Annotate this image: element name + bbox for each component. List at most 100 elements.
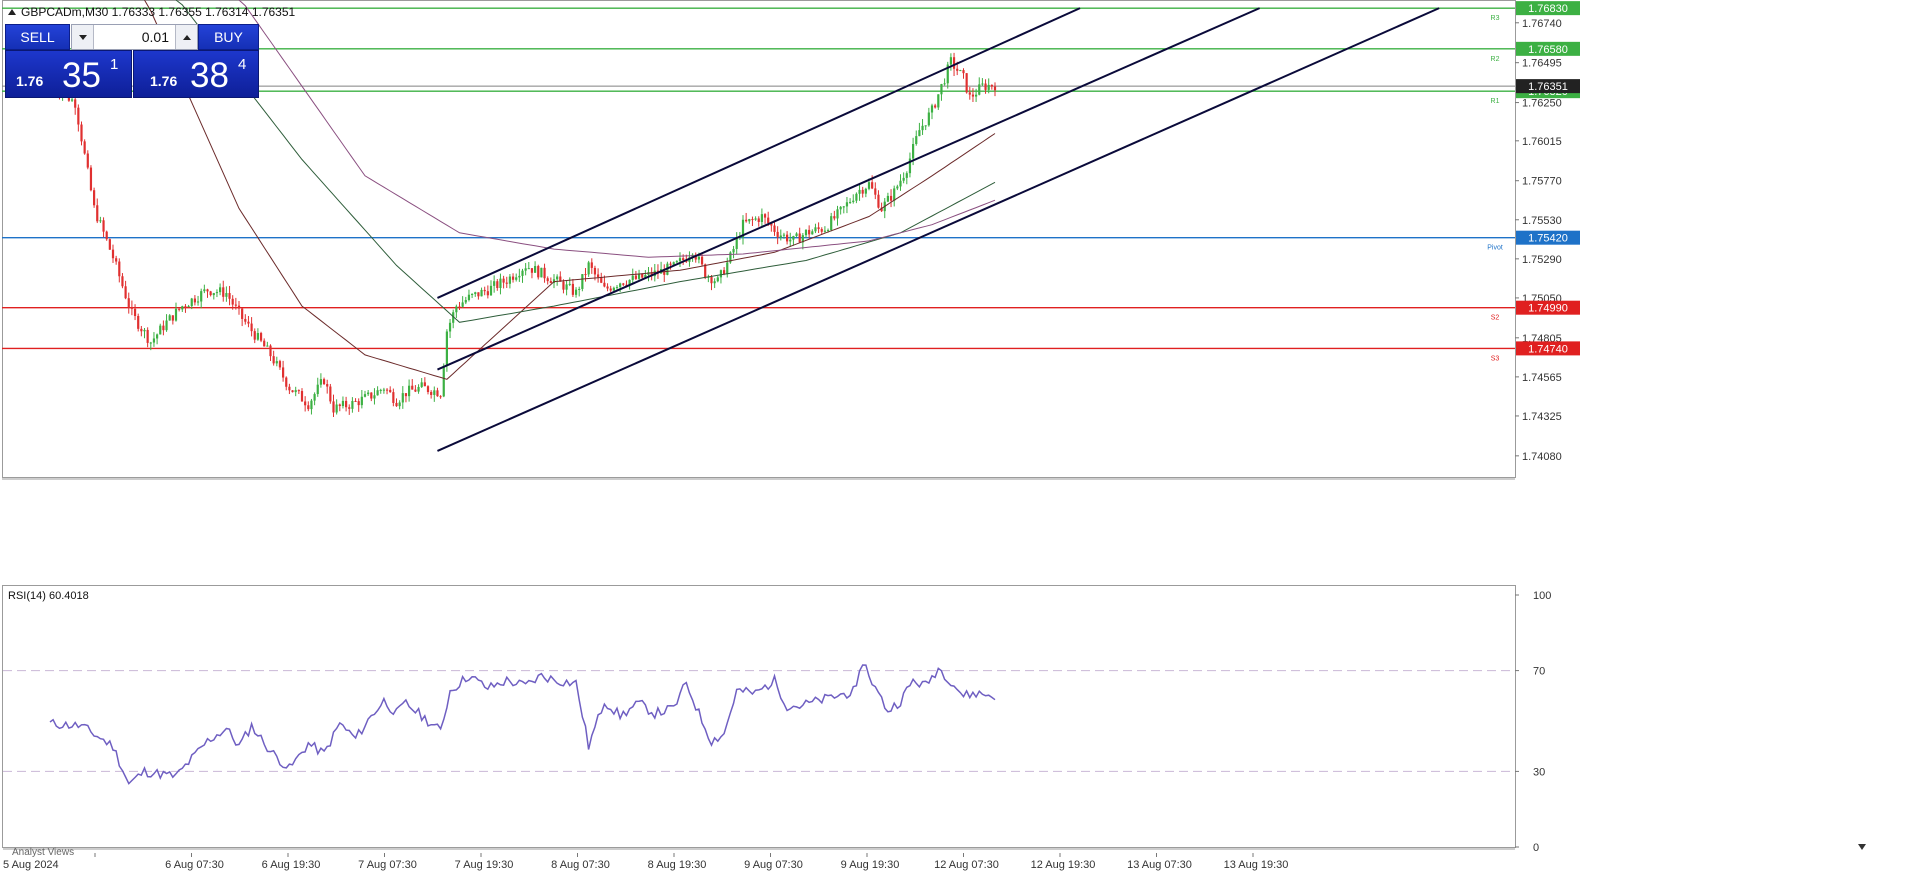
candle-body xyxy=(77,107,80,125)
sell-button[interactable]: SELL xyxy=(5,24,70,50)
price-tick-label: 1.76740 xyxy=(1522,18,1562,30)
candle-body xyxy=(511,276,515,280)
candle-body xyxy=(146,329,149,343)
candle-body xyxy=(710,276,713,284)
current-price-label: 1.76351 xyxy=(1528,81,1568,93)
rsi-frame xyxy=(2,585,1516,848)
time-tick-label: 6 Aug 07:30 xyxy=(165,859,224,871)
candle-body xyxy=(568,283,571,285)
candle-body xyxy=(565,284,568,290)
candle-body xyxy=(291,390,294,393)
candle-body xyxy=(940,84,943,95)
candle-body xyxy=(562,281,565,290)
candle-body xyxy=(858,189,861,194)
candle-body xyxy=(798,233,801,243)
candle-body xyxy=(808,229,811,235)
candle-body xyxy=(537,266,540,278)
candle-body xyxy=(937,94,940,108)
candle-body xyxy=(370,392,373,399)
candle-body xyxy=(206,289,209,292)
candle-body xyxy=(773,225,776,232)
sell-price-big: 35 xyxy=(62,56,101,95)
rsi-axis-label: 100 xyxy=(1533,590,1551,602)
level-tag-r3: R3 xyxy=(1491,15,1500,22)
candle-body xyxy=(830,216,833,231)
candle-body xyxy=(234,304,237,306)
candle-body xyxy=(335,404,338,413)
candle-body xyxy=(143,329,146,332)
candle-body xyxy=(779,235,782,238)
candle-body xyxy=(244,318,247,322)
candle-body xyxy=(609,288,612,291)
price-tick-label: 1.75530 xyxy=(1522,215,1562,227)
scroll-down-icon[interactable] xyxy=(1858,844,1866,850)
candle-body xyxy=(259,333,263,341)
candle-body xyxy=(102,220,105,232)
rsi-label: RSI(14) 60.4018 xyxy=(8,590,89,602)
candle-body xyxy=(767,217,770,223)
lot-size-stepper[interactable] xyxy=(71,24,198,50)
candle-body xyxy=(222,287,225,297)
candle-body xyxy=(581,274,584,289)
candle-body xyxy=(250,323,253,332)
candle-body xyxy=(631,275,634,280)
candle-body xyxy=(111,249,115,259)
candle-body xyxy=(345,400,348,408)
analyst-views-label[interactable]: Analyst Views xyxy=(12,847,74,858)
level-tag-pivot: Pivot xyxy=(1487,245,1503,252)
candle-body xyxy=(332,401,335,413)
candle-body xyxy=(971,94,975,97)
candle-body xyxy=(735,237,738,249)
lot-decrease-button[interactable] xyxy=(72,25,94,49)
candle-body xyxy=(278,361,282,368)
price-chart[interactable]: 1.76740 1.76495 1.76250 1.76015 1.75770 1.755… xyxy=(0,0,1916,585)
candle-body xyxy=(174,308,178,321)
candle-body xyxy=(978,84,981,95)
candle-body xyxy=(732,248,735,253)
rsi-indicator-panel[interactable]: 100 70 30 0 RSI(14) 60.4018 xyxy=(0,585,1916,853)
candle-body xyxy=(814,227,817,232)
candle-body xyxy=(697,256,700,260)
candle-body xyxy=(275,361,278,364)
candle-body xyxy=(190,298,193,307)
chevron-down-icon xyxy=(78,34,87,40)
candle-body xyxy=(864,188,867,194)
candle-body xyxy=(445,331,448,366)
candle-body xyxy=(108,239,111,250)
level-tag-s3: S3 xyxy=(1491,355,1500,362)
candle-body xyxy=(867,182,871,189)
candle-body xyxy=(716,277,719,282)
candle-body xyxy=(398,402,401,407)
candle-body xyxy=(619,283,622,288)
candle-body xyxy=(603,282,606,287)
candle-body xyxy=(899,180,902,187)
candle-body xyxy=(439,396,442,398)
candle-body xyxy=(86,153,89,168)
candle-body xyxy=(817,227,820,230)
buy-button[interactable]: BUY xyxy=(198,24,259,50)
lot-size-input[interactable] xyxy=(94,25,175,49)
candle-body xyxy=(294,390,297,393)
candle-body xyxy=(181,306,184,310)
candle-body xyxy=(521,270,524,276)
candle-body xyxy=(354,400,357,402)
buy-price-quote[interactable]: 1.76 38 4 xyxy=(133,50,259,98)
candle-body xyxy=(426,386,430,392)
candle-body xyxy=(215,292,219,294)
candle-body xyxy=(540,267,543,278)
candle-body xyxy=(789,239,792,242)
one-click-trade-panel: SELL BUY 1.76 35 1 1.76 38 4 xyxy=(5,24,259,98)
candle-body xyxy=(124,286,127,299)
lot-increase-button[interactable] xyxy=(175,25,197,49)
collapse-triangle-icon[interactable] xyxy=(8,9,16,15)
candle-body xyxy=(256,333,259,340)
candle-body xyxy=(266,345,269,347)
candle-body xyxy=(225,293,228,297)
candle-body xyxy=(826,230,830,232)
sell-price-quote[interactable]: 1.76 35 1 xyxy=(5,50,132,98)
candle-body xyxy=(105,231,108,240)
time-tick-label: 5 Aug 2024 xyxy=(3,859,59,871)
candle-body xyxy=(726,262,729,275)
candle-body xyxy=(578,288,581,290)
buy-button-label: BUY xyxy=(214,29,243,45)
